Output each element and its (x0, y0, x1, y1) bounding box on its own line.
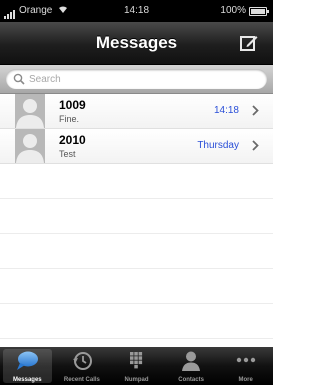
empty-row (0, 269, 273, 304)
chevron-right-icon (252, 105, 259, 116)
search-input[interactable] (29, 70, 267, 88)
avatar (15, 129, 45, 163)
status-bar: Orange 14:18 100% (0, 0, 273, 22)
empty-row (0, 164, 273, 199)
page-title: Messages (95, 33, 178, 52)
status-right: 100% (220, 0, 269, 22)
contact-name: 2010 (59, 133, 86, 147)
search-icon (13, 73, 25, 85)
search-field[interactable] (6, 69, 267, 89)
tab-contacts[interactable]: Contacts (164, 347, 219, 385)
avatar (15, 94, 45, 128)
battery-icon (249, 6, 269, 16)
person-icon (182, 351, 201, 371)
search-bar (0, 65, 273, 94)
clock-icon (72, 352, 92, 370)
tab-recent-calls[interactable]: Recent Calls (55, 347, 110, 385)
message-preview: Test (59, 149, 76, 159)
chevron-right-icon (252, 140, 259, 151)
message-time: 14:18 (213, 105, 239, 116)
conversation-list: 1009 Fine. 14:18 2010 Test Thursday (0, 94, 273, 374)
tab-more[interactable]: More (218, 347, 273, 385)
speech-bubble-icon (17, 351, 39, 370)
compose-icon (240, 36, 258, 51)
message-time: Thursday (197, 140, 239, 151)
more-icon (236, 357, 255, 363)
conversation-row[interactable]: 2010 Test Thursday (0, 129, 273, 164)
tab-label: Contacts (178, 377, 204, 383)
tab-label: More (238, 377, 253, 383)
battery-percent: 100% (220, 5, 246, 16)
keypad-icon (130, 352, 143, 369)
compose-button[interactable] (239, 33, 259, 53)
tab-messages[interactable]: Messages (0, 347, 55, 385)
tab-bar: Messages Recent Calls Numpad Contacts Mo… (0, 347, 273, 385)
empty-row (0, 234, 273, 269)
tab-numpad[interactable]: Numpad (109, 347, 164, 385)
contact-name: 1009 (59, 98, 86, 112)
person-icon (16, 134, 44, 163)
empty-row (0, 304, 273, 339)
person-icon (16, 99, 44, 128)
tab-label: Messages (12, 377, 42, 383)
tab-label: Numpad (124, 377, 149, 383)
message-preview: Fine. (59, 114, 80, 124)
navigation-bar: Messages (0, 22, 273, 65)
tab-label: Recent Calls (63, 377, 100, 383)
empty-row (0, 199, 273, 234)
conversation-row[interactable]: 1009 Fine. 14:18 (0, 94, 273, 129)
